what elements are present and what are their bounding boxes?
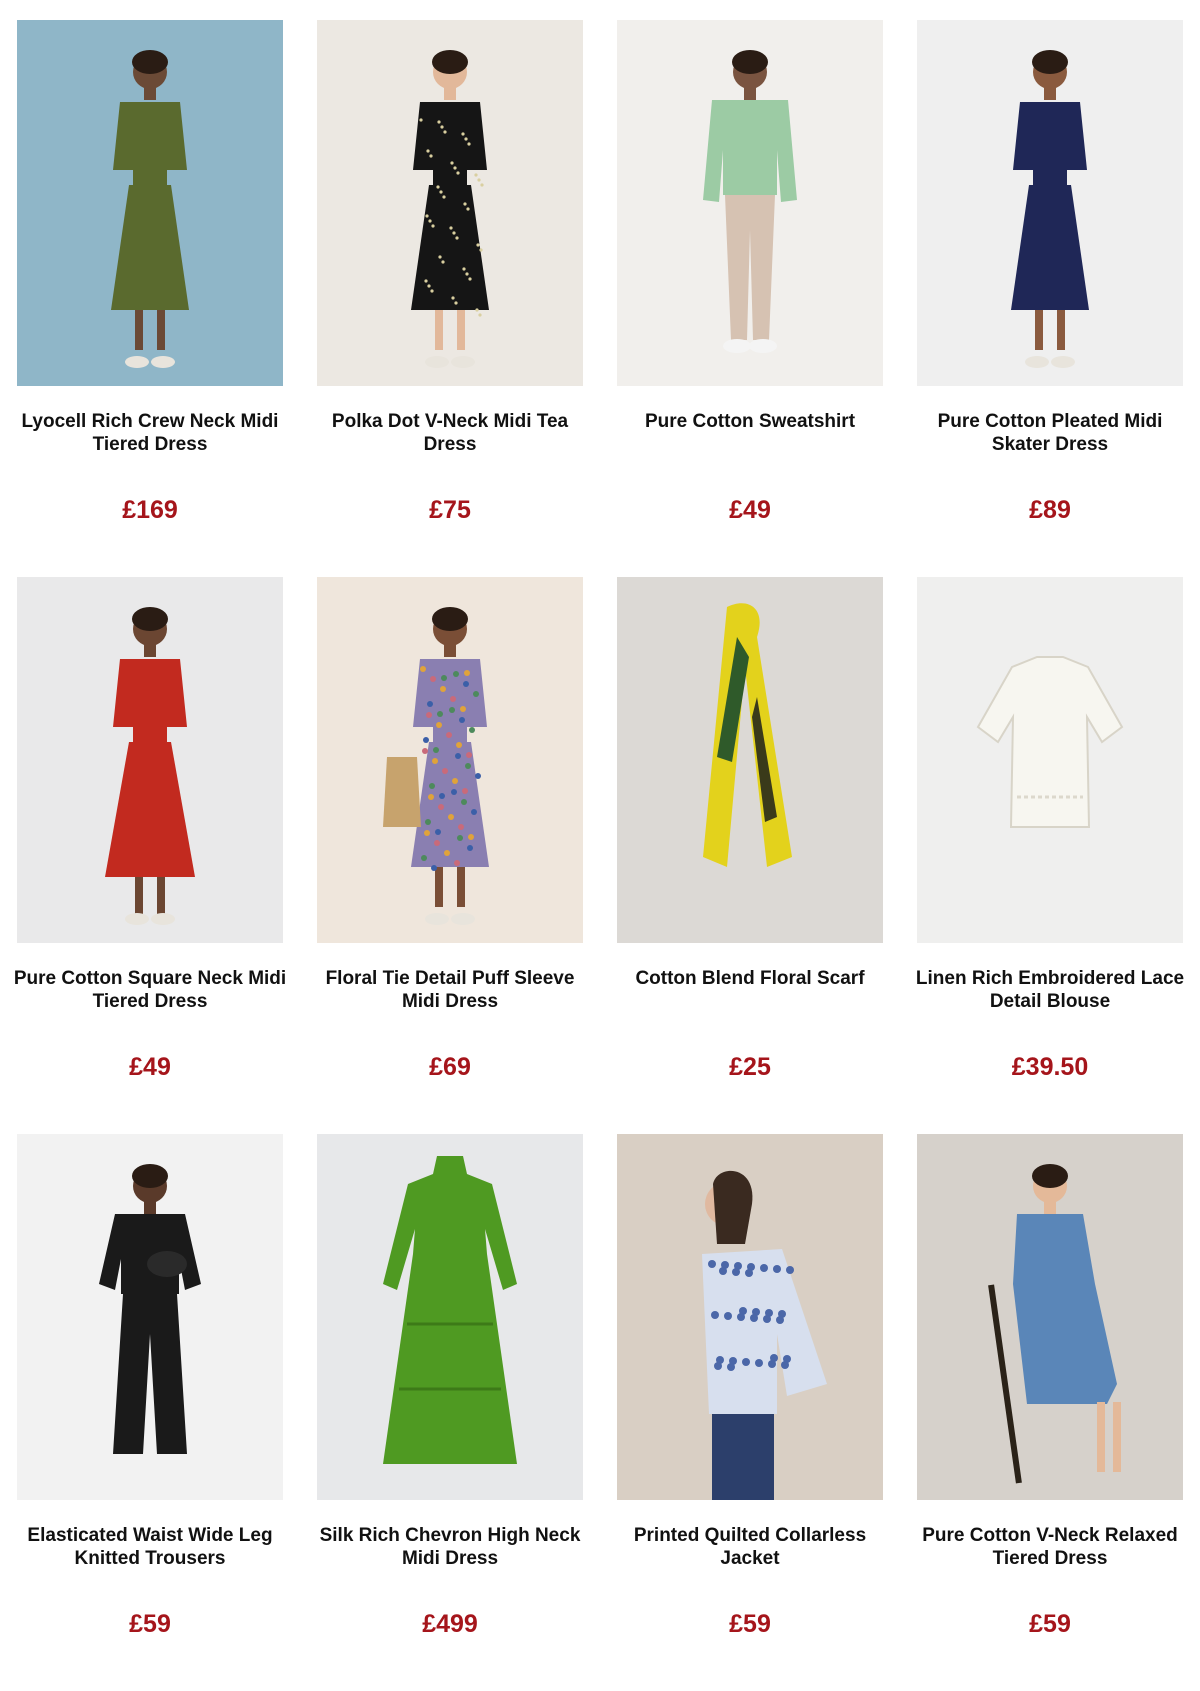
product-card[interactable]: Pure Cotton Square Neck Midi Tiered Dres… <box>14 577 286 1134</box>
mint-sweatshirt-photo[interactable] <box>617 20 883 386</box>
product-price: £89 <box>1029 496 1071 524</box>
product-price: £69 <box>429 1053 471 1081</box>
product-title[interactable]: Floral Tie Detail Puff Sleeve Midi Dress <box>311 967 589 1013</box>
product-title[interactable]: Linen Rich Embroidered Lace Detail Blous… <box>911 967 1189 1013</box>
product-price: £499 <box>422 1610 478 1638</box>
floral-scarf-photo[interactable] <box>617 577 883 943</box>
product-price: £59 <box>729 1610 771 1638</box>
product-price: £25 <box>729 1053 771 1081</box>
product-card[interactable]: Silk Rich Chevron High Neck Midi Dress £4… <box>317 1134 583 1691</box>
product-card[interactable]: Floral Tie Detail Puff Sleeve Midi Dress… <box>317 577 583 1134</box>
product-title[interactable]: Polka Dot V-Neck Midi Tea Dress <box>311 410 589 456</box>
product-title[interactable]: Silk Rich Chevron High Neck Midi Dress <box>311 1524 589 1570</box>
product-title[interactable]: Pure Cotton Pleated Midi Skater Dress <box>911 410 1189 456</box>
red-tiered-dress-photo[interactable] <box>17 577 283 943</box>
product-card[interactable]: Cotton Blend Floral Scarf £25 <box>617 577 883 1134</box>
product-price: £59 <box>1029 1610 1071 1638</box>
product-grid: Lyocell Rich Crew Neck Midi Tiered Dress… <box>14 20 1187 1691</box>
product-price: £49 <box>729 496 771 524</box>
product-card[interactable]: Elasticated Waist Wide Leg Knitted Trous… <box>17 1134 283 1691</box>
product-title[interactable]: Printed Quilted Collarless Jacket <box>611 1524 889 1570</box>
product-price: £49 <box>129 1053 171 1081</box>
product-card[interactable]: Pure Cotton Pleated Midi Skater Dress £89 <box>917 20 1183 577</box>
green-chevron-dress-photo[interactable] <box>317 1134 583 1500</box>
product-title[interactable]: Cotton Blend Floral Scarf <box>611 967 889 990</box>
product-card[interactable]: Pure Cotton Sweatshirt £49 <box>617 20 883 577</box>
product-card[interactable]: Lyocell Rich Crew Neck Midi Tiered Dress… <box>17 20 283 577</box>
product-title[interactable]: Lyocell Rich Crew Neck Midi Tiered Dress <box>11 410 289 456</box>
product-price: £59 <box>129 1610 171 1638</box>
product-price: £169 <box>122 496 178 524</box>
navy-skater-dress-photo[interactable] <box>917 20 1183 386</box>
product-title[interactable]: Pure Cotton Sweatshirt <box>611 410 889 433</box>
denim-blue-tiered-dress-photo[interactable] <box>917 1134 1183 1500</box>
product-title[interactable]: Pure Cotton Square Neck Midi Tiered Dres… <box>11 967 289 1013</box>
product-card[interactable]: Linen Rich Embroidered Lace Detail Blous… <box>916 577 1184 1134</box>
product-card[interactable]: Pure Cotton V-Neck Relaxed Tiered Dress £… <box>917 1134 1183 1691</box>
product-title[interactable]: Elasticated Waist Wide Leg Knitted Trous… <box>11 1524 289 1570</box>
product-title[interactable]: Pure Cotton V-Neck Relaxed Tiered Dress <box>911 1524 1189 1570</box>
olive-tiered-dress-photo[interactable] <box>17 20 283 386</box>
white-lace-blouse-photo[interactable] <box>917 577 1183 943</box>
product-price: £75 <box>429 496 471 524</box>
product-price: £39.50 <box>1011 1053 1089 1081</box>
product-card[interactable]: Polka Dot V-Neck Midi Tea Dress £75 <box>317 20 583 577</box>
printed-quilted-jacket-photo[interactable] <box>617 1134 883 1500</box>
product-card[interactable]: Printed Quilted Collarless Jacket £59 <box>617 1134 883 1691</box>
black-polka-dot-dress-photo[interactable] <box>317 20 583 386</box>
floral-puff-sleeve-dress-photo[interactable] <box>317 577 583 943</box>
black-knitted-trousers-photo[interactable] <box>17 1134 283 1500</box>
